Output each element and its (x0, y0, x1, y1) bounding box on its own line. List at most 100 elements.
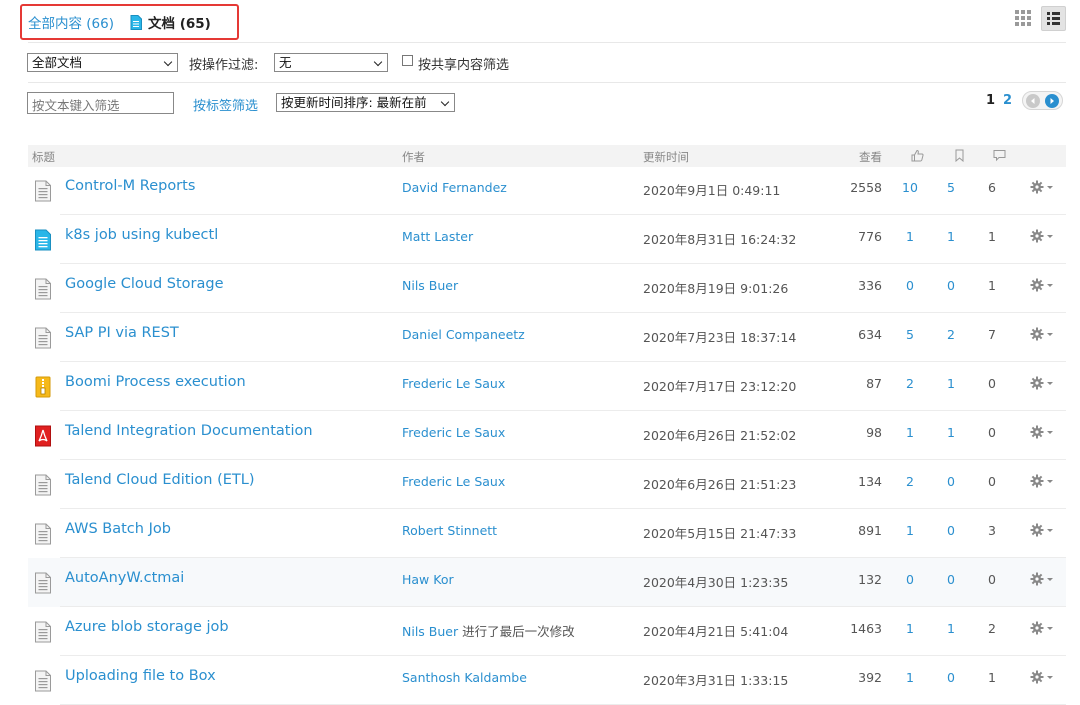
document-title-link[interactable]: Talend Integration Documentation (65, 423, 313, 439)
table-row[interactable]: k8s job using kubectl Matt Laster 2020年8月3… (28, 215, 1066, 264)
comment-icon[interactable] (993, 149, 1006, 162)
document-title-link[interactable]: SAP PI via REST (65, 325, 179, 341)
gear-menu-icon[interactable] (1030, 620, 1056, 636)
author-cell: Matt Laster (402, 229, 473, 244)
document-title-link[interactable]: Boomi Process execution (65, 374, 246, 390)
updated-date: 2020年8月31日 16:24:32 (643, 232, 797, 247)
document-title-link[interactable]: Control-M Reports (65, 178, 195, 194)
bookmark-icon[interactable] (954, 149, 965, 162)
author-link[interactable]: Santhosh Kaldambe (402, 670, 527, 685)
document-title-link[interactable]: Azure blob storage job (65, 619, 229, 635)
table-row[interactable]: Control-M Reports David Fernandez 2020年9月1… (28, 166, 1066, 215)
table-row[interactable]: Google Cloud Storage Nils Buer 2020年8月19日 … (28, 264, 1066, 313)
sort-select[interactable]: 按更新时间排序: 最新在前 (276, 93, 455, 112)
author-link[interactable]: Frederic Le Saux (402, 474, 505, 489)
comment-count: 1 (988, 229, 996, 244)
bookmark-count[interactable]: 1 (941, 621, 961, 636)
table-row[interactable]: Boomi Process execution Frederic Le Saux 2… (28, 362, 1066, 411)
action-filter-select[interactable]: 无 (274, 53, 388, 72)
list-view-button[interactable] (1041, 6, 1066, 31)
document-title-link[interactable]: AutoAnyW.ctmai (65, 570, 184, 586)
document-icon (34, 523, 52, 545)
gear-menu-icon[interactable] (1030, 522, 1056, 538)
author-cell: Frederic Le Saux (402, 425, 505, 440)
gear-menu-icon[interactable] (1030, 571, 1056, 587)
bookmark-count[interactable]: 0 (941, 278, 961, 293)
author-link[interactable]: David Fernandez (402, 180, 507, 195)
header-views[interactable]: 查看 (859, 149, 882, 165)
gear-menu-icon[interactable] (1030, 375, 1056, 391)
tab-documents[interactable]: 文档 (65) (130, 12, 211, 32)
like-count[interactable]: 1 (900, 425, 920, 440)
like-count[interactable]: 0 (900, 278, 920, 293)
thumbs-up-icon[interactable] (911, 149, 924, 162)
prev-page-button[interactable] (1026, 94, 1040, 108)
like-count[interactable]: 1 (900, 621, 920, 636)
table-row[interactable]: AutoAnyW.ctmai Haw Kor 2020年4月30日 1:23:35 1… (28, 558, 1066, 607)
table-row[interactable]: Uploading file to Box Santhosh Kaldambe 20… (28, 656, 1066, 705)
text-filter-input[interactable]: 按文本键入筛选 (27, 92, 174, 114)
doc-type-select[interactable]: 全部文档 (27, 53, 178, 72)
comment-count: 0 (988, 572, 996, 587)
like-count[interactable]: 2 (900, 474, 920, 489)
document-title-link[interactable]: k8s job using kubectl (65, 227, 218, 243)
table-row[interactable]: Azure blob storage job Nils Buer 进行了最后一次修改… (28, 607, 1066, 656)
table-row[interactable]: Talend Integration Documentation Frederic… (28, 411, 1066, 460)
gear-menu-icon[interactable] (1030, 277, 1056, 293)
author-link[interactable]: Frederic Le Saux (402, 425, 505, 440)
shared-content-checkbox[interactable] (402, 55, 413, 66)
gear-menu-icon[interactable] (1030, 326, 1056, 342)
bookmark-count[interactable]: 0 (941, 474, 961, 489)
header-updated[interactable]: 更新时间 (643, 149, 689, 165)
author-link[interactable]: Robert Stinnett (402, 523, 497, 538)
tag-filter-link[interactable]: 按标签筛选 (193, 95, 258, 114)
tab-all-content[interactable]: 全部内容 (66) (28, 12, 114, 32)
like-count[interactable]: 0 (900, 572, 920, 587)
bookmark-count[interactable]: 0 (941, 572, 961, 587)
document-title-link[interactable]: Talend Cloud Edition (ETL) (65, 472, 255, 488)
view-count: 392 (858, 670, 882, 685)
bookmark-count[interactable]: 1 (941, 376, 961, 391)
table-row[interactable]: Talend Cloud Edition (ETL) Frederic Le Sa… (28, 460, 1066, 509)
table-row[interactable]: AWS Batch Job Robert Stinnett 2020年5月15日 2… (28, 509, 1066, 558)
author-link[interactable]: Matt Laster (402, 229, 473, 244)
header-author[interactable]: 作者 (402, 149, 425, 165)
document-title-link[interactable]: Google Cloud Storage (65, 276, 224, 292)
author-link[interactable]: Nils Buer (402, 278, 458, 293)
bookmark-count[interactable]: 0 (941, 523, 961, 538)
gear-menu-icon[interactable] (1030, 424, 1056, 440)
list-view-icon (1047, 12, 1060, 25)
gear-menu-icon[interactable] (1030, 228, 1056, 244)
like-count[interactable]: 5 (900, 327, 920, 342)
grid-view-icon[interactable] (1014, 9, 1032, 27)
like-count[interactable]: 10 (900, 180, 920, 195)
page-link-2[interactable]: 2 (1003, 93, 1012, 108)
document-icon (34, 621, 52, 643)
updated-date: 2020年9月1日 0:49:11 (643, 183, 781, 198)
next-page-button[interactable] (1045, 94, 1059, 108)
like-count[interactable]: 2 (900, 376, 920, 391)
like-count[interactable]: 1 (900, 229, 920, 244)
updated-date: 2020年4月30日 1:23:35 (643, 575, 789, 590)
bookmark-count[interactable]: 1 (941, 229, 961, 244)
author-link[interactable]: Frederic Le Saux (402, 376, 505, 391)
header-title[interactable]: 标题 (32, 149, 55, 165)
document-title-link[interactable]: AWS Batch Job (65, 521, 171, 537)
comment-count: 0 (988, 474, 996, 489)
table-row[interactable]: SAP PI via REST Daniel Companeetz 2020年7月2… (28, 313, 1066, 362)
author-link[interactable]: Daniel Companeetz (402, 327, 525, 342)
gear-menu-icon[interactable] (1030, 179, 1056, 195)
like-count[interactable]: 1 (900, 523, 920, 538)
like-count[interactable]: 1 (900, 670, 920, 685)
bookmark-count[interactable]: 0 (941, 670, 961, 685)
gear-menu-icon[interactable] (1030, 669, 1056, 685)
bookmark-count[interactable]: 1 (941, 425, 961, 440)
author-cell: Santhosh Kaldambe (402, 670, 527, 685)
author-link[interactable]: Haw Kor (402, 572, 454, 587)
bookmark-count[interactable]: 2 (941, 327, 961, 342)
document-title-link[interactable]: Uploading file to Box (65, 668, 216, 684)
gear-menu-icon[interactable] (1030, 473, 1056, 489)
bookmark-count[interactable]: 5 (941, 180, 961, 195)
author-link[interactable]: Nils Buer (402, 624, 458, 639)
author-cell: Nils Buer 进行了最后一次修改 (402, 621, 575, 640)
